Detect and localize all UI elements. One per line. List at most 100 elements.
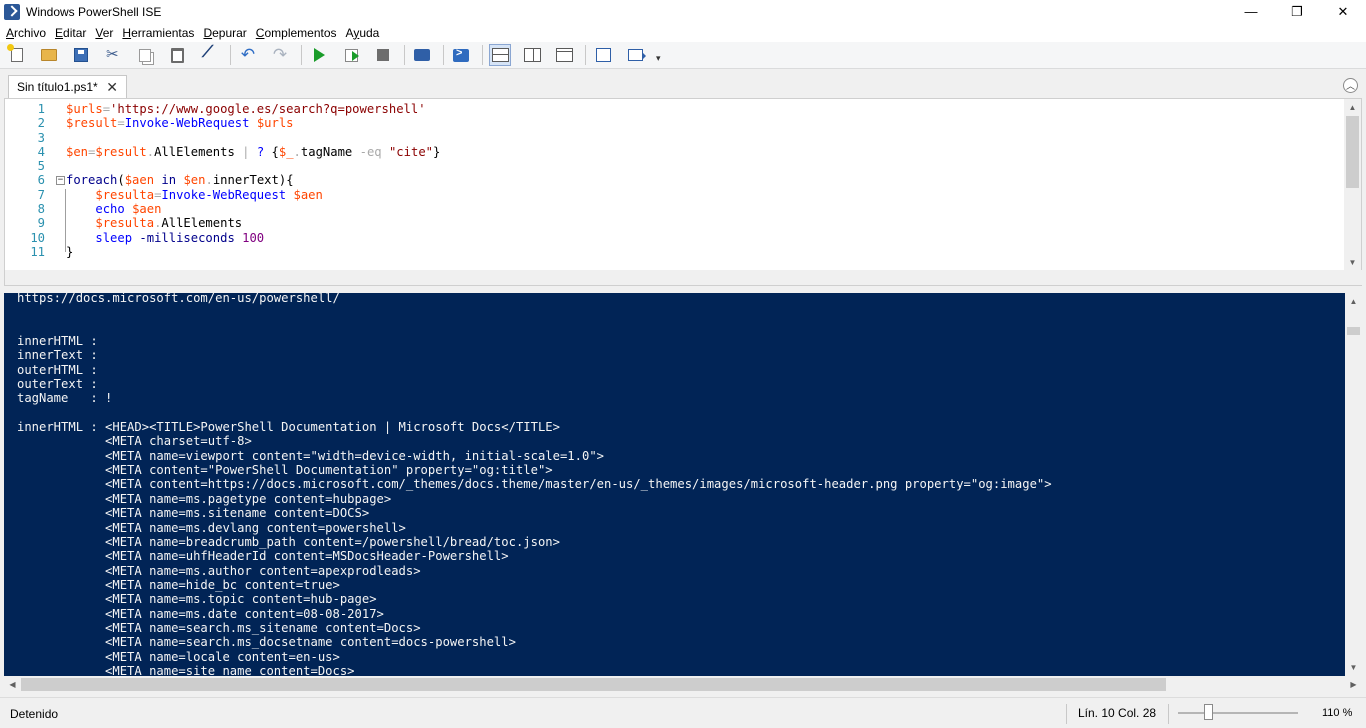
pane-right-icon <box>523 48 541 62</box>
menu-item-herramientas[interactable]: Herramientas <box>122 26 194 40</box>
cut-button[interactable] <box>102 44 124 66</box>
script-lines[interactable]: 1 $urls='https://www.google.es/search?q=p… <box>5 102 1345 259</box>
console-line: outerText : <box>17 377 98 392</box>
console-output[interactable]: https://docs.microsoft.com/en-us/powersh… <box>17 293 1342 678</box>
scroll-up-icon[interactable]: ▲ <box>1345 293 1362 310</box>
code-line[interactable]: 10 sleep -milliseconds 100 <box>5 231 1345 245</box>
scrollbar-thumb[interactable] <box>1347 327 1360 335</box>
code-line[interactable]: 9 $resulta.AllElements <box>5 216 1345 230</box>
pane-splitter[interactable] <box>0 286 1366 293</box>
undo-button[interactable]: ↶ <box>237 44 259 66</box>
scroll-down-icon[interactable]: ▼ <box>1345 659 1362 676</box>
zoom-level: 110 % <box>1322 707 1353 719</box>
remote-powershell-button[interactable] <box>411 44 433 66</box>
snippets-button[interactable] <box>592 44 614 66</box>
menu-item-depurar[interactable]: Depurar <box>203 26 246 40</box>
console-line: https://docs.microsoft.com/en-us/powersh… <box>17 293 340 305</box>
fold-margin <box>45 131 66 145</box>
save-button[interactable] <box>70 44 92 66</box>
scroll-left-icon[interactable]: ◀ <box>4 676 21 693</box>
scrollbar-thumb[interactable] <box>21 678 1166 691</box>
powershell-console-button[interactable] <box>450 44 472 66</box>
close-tab-icon[interactable]: ✕ <box>106 79 118 96</box>
code-line[interactable]: 6 − foreach($aen in $en.innerText){ <box>5 173 1345 187</box>
toolbar-overflow-icon[interactable]: ▾ <box>656 53 661 64</box>
line-number: 7 <box>37 187 45 202</box>
run-selection-button[interactable] <box>340 44 362 66</box>
new-file-button[interactable] <box>6 44 28 66</box>
script-editor[interactable]: 1 $urls='https://www.google.es/search?q=p… <box>4 98 1363 286</box>
scroll-up-icon[interactable]: ▲ <box>1344 99 1361 116</box>
script-vertical-scrollbar[interactable]: ▲ ▼ <box>1344 99 1361 271</box>
menu-item-complementos[interactable]: Complementos <box>256 26 337 40</box>
console-line: <META name=search.ms_docsetname content=… <box>17 635 516 650</box>
collapse-block-icon[interactable]: − <box>56 176 65 186</box>
console-pane[interactable]: https://docs.microsoft.com/en-us/powersh… <box>4 293 1362 693</box>
code-line[interactable]: 4 $en=$result.AllElements | ? {$_.tagName… <box>5 145 1345 159</box>
code-line[interactable]: 11} <box>5 245 1345 259</box>
console-line: <META name=ms.devlang content=powershell… <box>17 520 406 535</box>
code-text: sleep -milliseconds 100 <box>95 230 265 245</box>
code-line[interactable]: 5 <box>5 159 1345 173</box>
script-pane-right-button[interactable] <box>521 44 543 66</box>
redo-button[interactable]: ↷ <box>269 44 291 66</box>
script-pane-top-button[interactable] <box>489 44 511 66</box>
console-line: <META name=viewport content="width=devic… <box>17 448 604 463</box>
window-title: Windows PowerShell ISE <box>26 4 162 19</box>
code-text: foreach($aen in $en.innerText){ <box>66 173 294 188</box>
copy-button[interactable] <box>134 44 156 66</box>
code-line[interactable]: 8 echo $aen <box>5 202 1345 216</box>
code-line[interactable]: 7 $resulta=Invoke-WebRequest $aen <box>5 188 1345 202</box>
fold-margin: − <box>45 173 66 187</box>
run-selection-icon <box>344 48 359 62</box>
close-button[interactable]: ✕ <box>1320 0 1366 23</box>
menu-item-editar[interactable]: Editar <box>55 26 86 40</box>
scrollbar-thumb[interactable] <box>1346 116 1359 188</box>
line-number: 2 <box>37 116 45 131</box>
zoom-slider-thumb[interactable] <box>1204 704 1213 720</box>
scroll-right-icon[interactable]: ▶ <box>1345 676 1362 693</box>
collapse-script-pane-icon[interactable]: ︿ <box>1343 78 1358 93</box>
menu-item-ayuda[interactable]: Ayuda <box>346 26 380 40</box>
fold-margin <box>45 245 66 259</box>
scissors-icon <box>106 45 120 63</box>
console-vertical-scrollbar[interactable]: ▲ ▼ <box>1345 293 1362 676</box>
zoom-slider[interactable] <box>1178 712 1298 714</box>
open-file-button[interactable] <box>38 44 60 66</box>
scroll-down-icon[interactable]: ▼ <box>1344 254 1361 271</box>
status-separator <box>1168 704 1169 724</box>
stop-button[interactable] <box>372 44 394 66</box>
restore-button[interactable]: ❐ <box>1274 0 1320 23</box>
console-line: <META name=ms.pagetype content=hubpage> <box>17 491 392 506</box>
code-text: $resulta=Invoke-WebRequest $aen <box>95 187 323 202</box>
clear-console-button[interactable] <box>198 44 220 66</box>
tab-script[interactable]: Sin título1.ps1* ✕ <box>8 75 127 98</box>
console-line: <META name=breadcrumb_path content=/powe… <box>17 534 560 549</box>
script-horizontal-scrollbar[interactable] <box>5 270 1363 285</box>
snippets-icon <box>595 48 611 62</box>
minimize-button[interactable]: — <box>1228 0 1274 23</box>
code-text: $result=Invoke-WebRequest $urls <box>66 116 294 131</box>
menu-bar: Archivo Editar Ver Herramientas Depurar Compl… <box>0 23 1366 42</box>
code-line[interactable]: 3 <box>5 131 1345 145</box>
run-script-button[interactable] <box>308 44 330 66</box>
fold-margin <box>45 116 66 130</box>
code-line[interactable]: 1 $urls='https://www.google.es/search?q=p… <box>5 102 1345 116</box>
menu-item-archivo[interactable]: Archivo <box>6 26 46 40</box>
powershell-icon <box>453 47 469 62</box>
cursor-position: Lín. 10 Col. 28 <box>1078 706 1157 720</box>
script-pane-maximized-button[interactable] <box>553 44 575 66</box>
toolbar: ↶ ↷ ▾ <box>0 42 1366 69</box>
menu-item-ver[interactable]: Ver <box>95 26 113 40</box>
toolbar-separator <box>443 45 444 65</box>
console-horizontal-scrollbar[interactable]: ◀ ▶ <box>4 676 1362 693</box>
commands-addon-button[interactable] <box>624 44 646 66</box>
line-number: 1 <box>37 102 45 116</box>
paste-button[interactable] <box>166 44 188 66</box>
window-controls: — ❐ ✕ <box>1228 0 1366 23</box>
console-line: <META content=https://docs.microsoft.com… <box>17 477 1052 492</box>
save-icon <box>74 48 88 62</box>
code-line[interactable]: 2 $result=Invoke-WebRequest $urls <box>5 116 1345 130</box>
